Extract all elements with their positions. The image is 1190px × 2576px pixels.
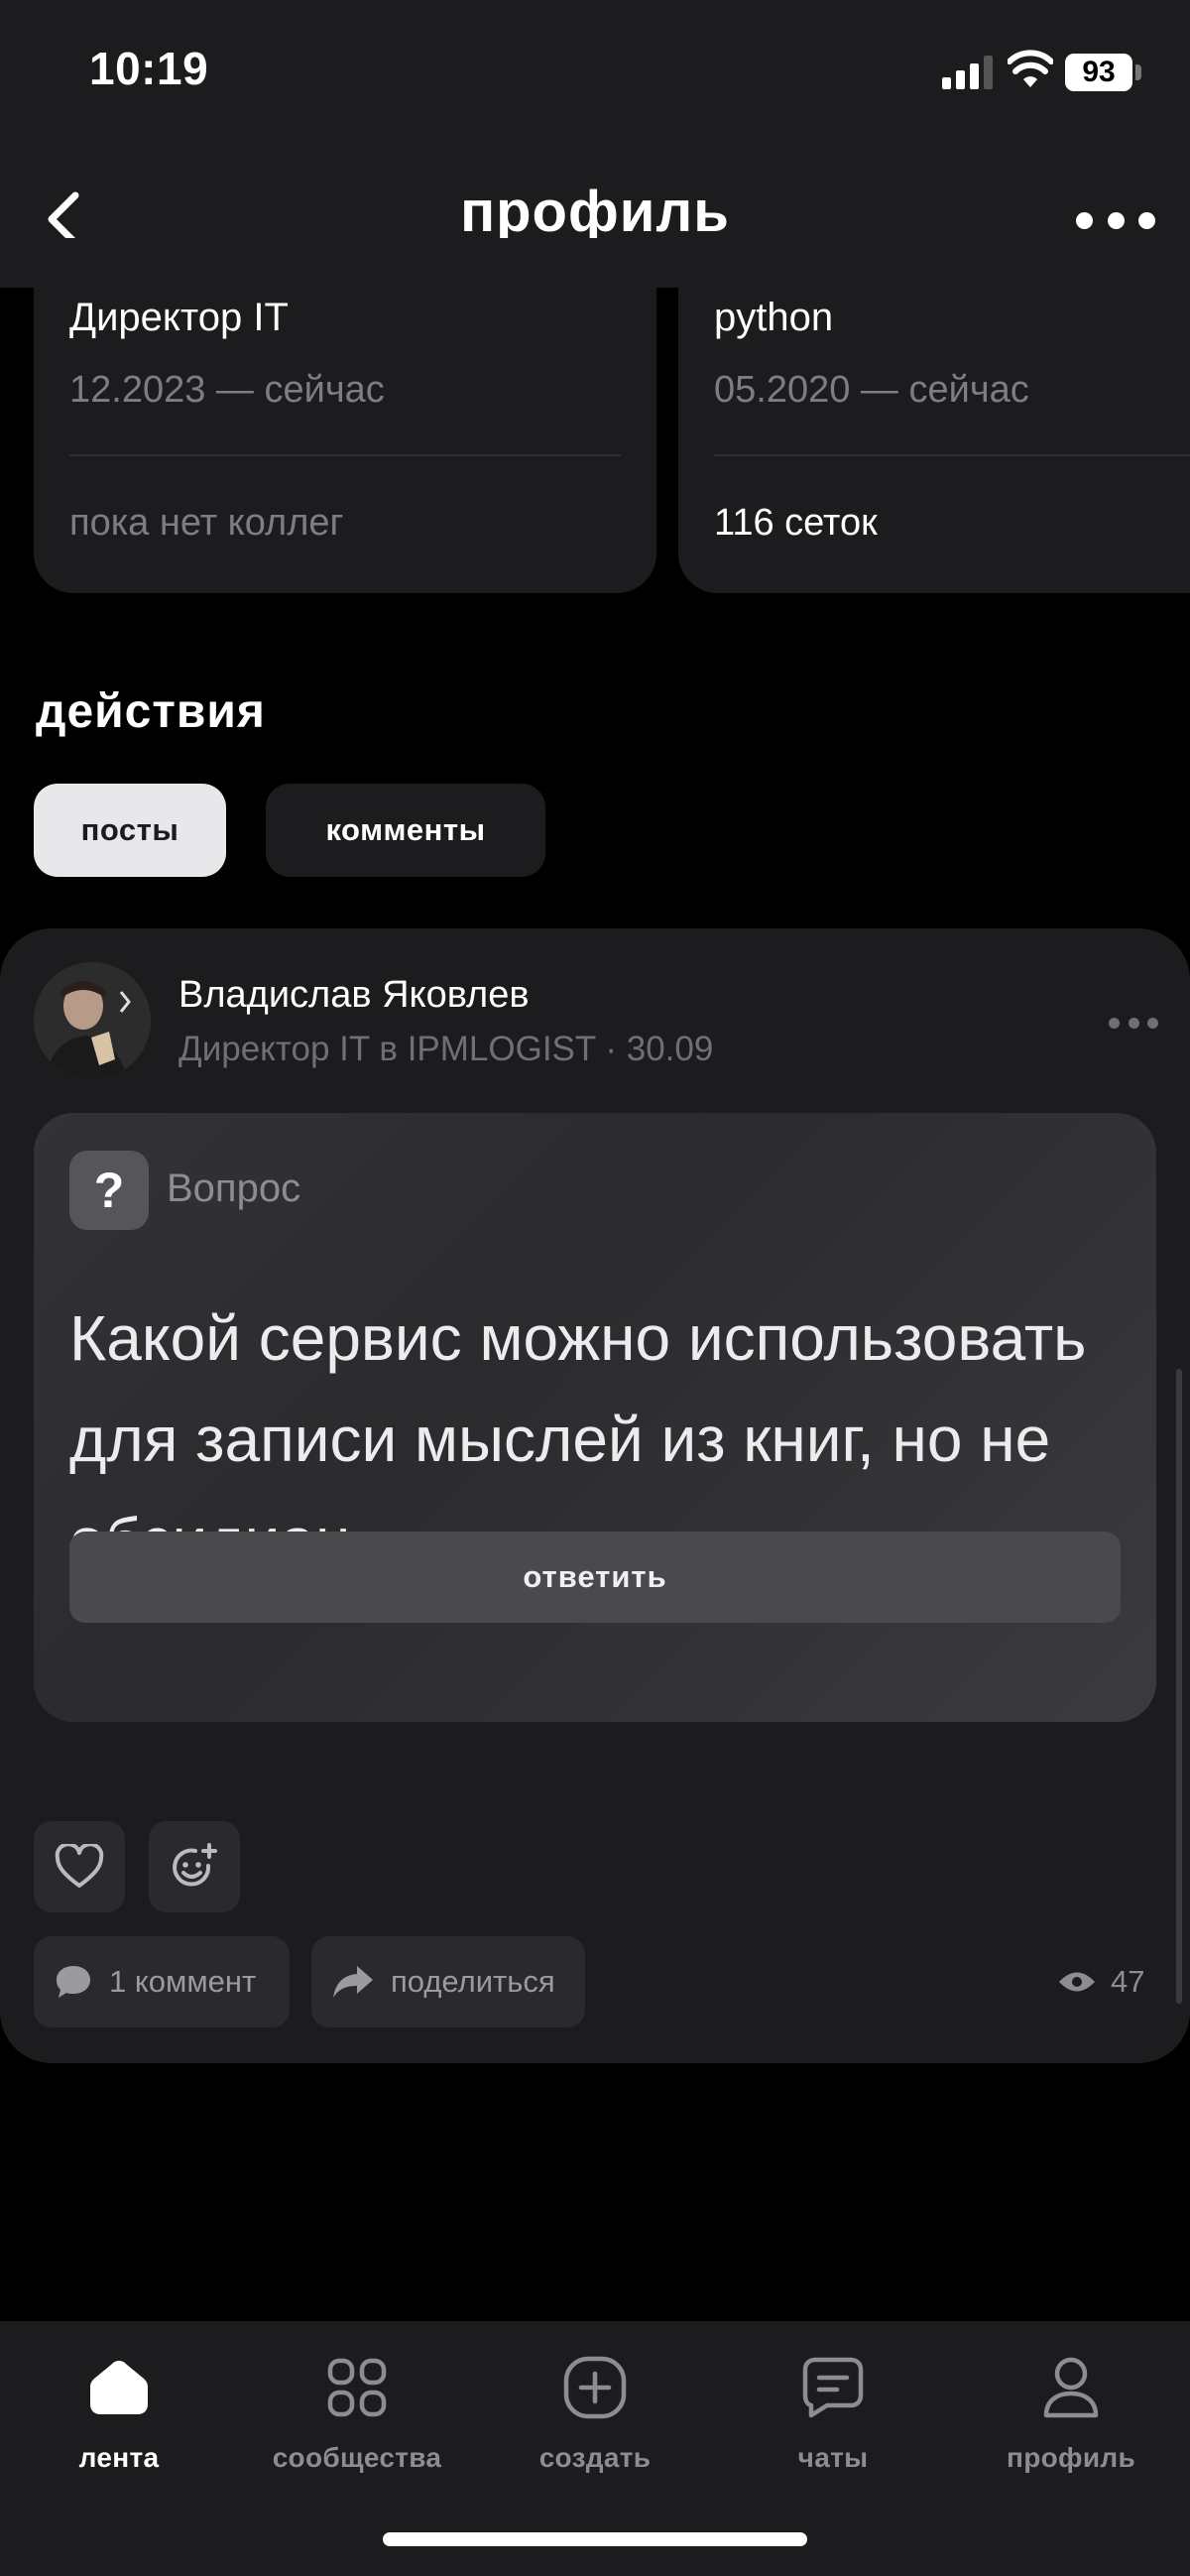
nav-profile[interactable]: профиль [952, 2345, 1190, 2504]
comments-button[interactable]: 1 коммент [34, 1936, 290, 2027]
share-button[interactable]: поделиться [311, 1936, 585, 2027]
heart-icon [55, 1844, 104, 1888]
experience-count: 116 сеток [714, 502, 878, 544]
add-reaction-button[interactable] [149, 1821, 240, 1912]
views-count: 47 [1111, 1964, 1145, 1999]
dot-icon [1147, 1017, 1158, 1029]
avatar[interactable] [34, 962, 151, 1079]
dot-icon [1076, 211, 1093, 229]
tab-posts[interactable]: посты [34, 784, 226, 877]
dot-icon [1107, 211, 1125, 229]
avatar-photo [34, 962, 151, 1079]
nav-label: профиль [1007, 2442, 1135, 2473]
experience-title: Директор IT [69, 296, 289, 339]
share-arrow-icon [333, 1966, 373, 1998]
wifi-icon [1008, 50, 1053, 87]
experience-title: python [714, 296, 834, 339]
share-label: поделиться [391, 1964, 555, 1999]
plus-square-icon [562, 2355, 628, 2420]
comment-bubble-icon [57, 1966, 90, 1998]
chat-icon [800, 2355, 866, 2420]
author-meta: Директор IT в IPMLOGIST · 30.09 [178, 1030, 714, 1068]
post-card: Владислав Яковлев Директор IT в IPMLOGIS… [0, 928, 1190, 2063]
dot-icon [1109, 1017, 1120, 1029]
nav-create[interactable]: создать [476, 2345, 714, 2504]
question-card: ? Вопрос Какой сервис можно использовать… [34, 1113, 1156, 1722]
nav-label: лента [78, 2442, 160, 2473]
scrollbar[interactable] [1176, 1369, 1182, 2004]
experience-colleagues: пока нет коллег [69, 502, 344, 544]
nav-chats[interactable]: чаты [714, 2345, 952, 2504]
nav-communities[interactable]: сообщества [238, 2345, 476, 2504]
page-title: профиль [460, 180, 730, 244]
status-bar: 10:19 93 [0, 0, 1190, 149]
nav-label: создать [538, 2442, 652, 2473]
dot-icon [1128, 1017, 1139, 1029]
person-icon [1038, 2355, 1104, 2420]
home-indicator [383, 2532, 807, 2546]
post-more-button[interactable] [1109, 1016, 1158, 1030]
nav-label: чаты [797, 2442, 869, 2473]
battery-indicator: 93 [1065, 54, 1132, 91]
nav-label: сообщества [272, 2442, 442, 2473]
question-badge-label: Вопрос [167, 1166, 301, 1210]
actions-section-title: действия [36, 685, 266, 738]
eye-icon [1059, 1972, 1095, 1992]
views-counter: 47 [1057, 1960, 1144, 2004]
experience-dates: 05.2020 — сейчас [714, 369, 1029, 411]
grid-icon [324, 2355, 390, 2420]
tab-comments[interactable]: комменты [266, 784, 545, 877]
dot-icon [1138, 211, 1155, 229]
experience-card[interactable]: Директор IT 12.2023 — сейчас пока нет ко… [34, 238, 656, 593]
add-emoji-icon [173, 1843, 217, 1887]
comments-count-label: 1 коммент [109, 1964, 257, 1999]
experience-card[interactable]: python 05.2020 — сейчас 116 сеток [678, 238, 1190, 593]
divider [69, 454, 621, 456]
divider [714, 454, 1190, 456]
more-options-button[interactable] [1076, 200, 1155, 240]
author-name[interactable]: Владислав Яковлев [178, 974, 530, 1017]
nav-feed[interactable]: лента [0, 2345, 238, 2504]
question-mark-icon: ? [69, 1151, 149, 1230]
like-button[interactable] [34, 1821, 125, 1912]
profile-screen: 10:19 93 профиль Директор IT 12.2023 — с [0, 0, 1190, 2576]
battery-tip [1135, 64, 1141, 80]
reply-button[interactable]: ответить [69, 1532, 1121, 1623]
home-icon [86, 2355, 152, 2420]
experience-dates: 12.2023 — сейчас [69, 369, 385, 411]
status-time: 10:19 [89, 43, 209, 94]
cellular-signal-icon [942, 56, 993, 89]
